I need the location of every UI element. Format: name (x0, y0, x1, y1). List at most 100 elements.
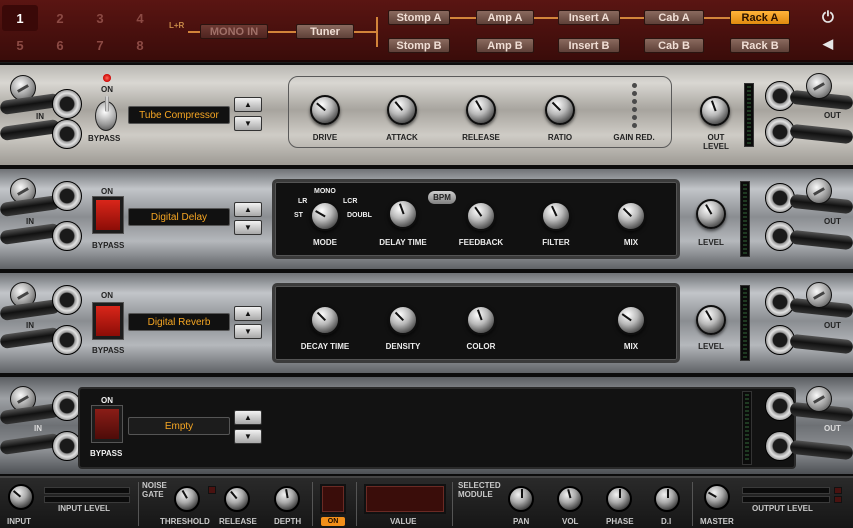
mono-in-button[interactable]: MONO IN (200, 24, 268, 39)
preset-7[interactable]: 7 (82, 32, 118, 58)
in-label: IN (26, 217, 34, 226)
level-meter (742, 391, 752, 465)
insert-b-button[interactable]: Insert B (558, 38, 620, 53)
master-knob[interactable] (704, 484, 730, 510)
di-knob[interactable] (654, 486, 680, 512)
input-level-meter (44, 487, 130, 494)
ratio-knob[interactable] (545, 95, 575, 125)
preset-down-button[interactable]: ▼ (234, 116, 262, 131)
input-level-meter (44, 496, 130, 503)
stomp-a-button[interactable]: Stomp A (388, 10, 450, 25)
level-knob[interactable] (696, 305, 726, 335)
pan-knob[interactable] (508, 486, 534, 512)
bpm-button[interactable]: BPM (428, 191, 456, 204)
clip-led (834, 487, 842, 494)
ratio-label: RATIO (547, 133, 573, 142)
drive-knob[interactable] (310, 95, 340, 125)
cab-b-button[interactable]: Cab B (644, 38, 704, 53)
preset-up-button[interactable]: ▲ (234, 97, 262, 112)
phase-knob[interactable] (606, 486, 632, 512)
preset-up-button[interactable]: ▲ (234, 306, 262, 321)
preset-8[interactable]: 8 (122, 32, 158, 58)
decay-time-knob[interactable] (310, 305, 340, 335)
module-name[interactable]: Tube Compressor (128, 106, 230, 124)
input-jack[interactable] (52, 325, 82, 355)
feedback-knob[interactable] (466, 201, 496, 231)
screw (806, 282, 832, 308)
preset-4[interactable]: 4 (122, 5, 158, 31)
color-label: COLOR (466, 342, 496, 351)
module-name[interactable]: Digital Delay (128, 208, 230, 226)
on-label: ON (101, 85, 113, 94)
input-jack[interactable] (52, 285, 82, 315)
speaker-icon[interactable]: ◀ (823, 36, 833, 52)
level-knob[interactable] (696, 199, 726, 229)
input-label: INPUT (7, 517, 31, 526)
preset-3[interactable]: 3 (82, 5, 118, 31)
bypass-button[interactable] (92, 406, 122, 442)
stomp-b-button[interactable]: Stomp B (388, 38, 450, 53)
bypass-label: BYPASS (92, 241, 125, 250)
preset-2[interactable]: 2 (42, 5, 78, 31)
release-knob[interactable] (224, 486, 250, 512)
divider (692, 482, 693, 526)
rack-b-button[interactable]: Rack B (730, 38, 790, 53)
in-label: IN (26, 321, 34, 330)
input-jack[interactable] (52, 89, 82, 119)
input-jack[interactable] (52, 221, 82, 251)
divider (138, 482, 139, 526)
module-name[interactable]: Digital Reverb (128, 313, 230, 331)
threshold-label: THRESHOLD (160, 517, 210, 526)
delay-time-knob[interactable] (388, 199, 418, 229)
insert-a-button[interactable]: Insert A (558, 10, 620, 25)
on-led (103, 74, 111, 82)
rack-slot-4: IN ON BYPASS Empty ▲ ▼ OUT (0, 375, 853, 476)
attack-knob[interactable] (387, 95, 417, 125)
depth-knob[interactable] (274, 486, 300, 512)
preset-down-button[interactable]: ▼ (234, 324, 262, 339)
preset-up-button[interactable]: ▲ (234, 410, 262, 425)
preset-6[interactable]: 6 (42, 32, 78, 58)
preset-1[interactable]: 1 (2, 5, 38, 31)
preset-down-button[interactable]: ▼ (234, 429, 262, 444)
input-jack[interactable] (52, 181, 82, 211)
preset-up-button[interactable]: ▲ (234, 202, 262, 217)
preset-5[interactable]: 5 (2, 32, 38, 58)
mode-doubl-label: DOUBL (347, 212, 372, 219)
output-cable (789, 333, 853, 355)
clip-led (834, 496, 842, 503)
threshold-knob[interactable] (174, 486, 200, 512)
mode-knob[interactable] (310, 201, 340, 231)
wire (268, 31, 296, 33)
selected-module-label: SELECTED MODULE (458, 481, 501, 499)
input-jack[interactable] (52, 119, 82, 149)
level-meter (740, 181, 750, 257)
amp-a-button[interactable]: Amp A (476, 10, 534, 25)
level-label: LEVEL (698, 342, 724, 351)
release-knob[interactable] (466, 95, 496, 125)
vol-knob[interactable] (557, 486, 583, 512)
gate-on-button[interactable]: ON (321, 517, 345, 526)
module-name[interactable]: Empty (128, 417, 230, 435)
rack-a-button[interactable]: Rack A (730, 10, 790, 25)
filter-knob[interactable] (541, 201, 571, 231)
tuner-button[interactable]: Tuner (296, 24, 354, 39)
mix-knob[interactable] (616, 305, 646, 335)
bypass-button[interactable] (93, 303, 123, 339)
delay-time-label: DELAY TIME (379, 238, 427, 247)
cab-a-button[interactable]: Cab A (644, 10, 704, 25)
mix-knob[interactable] (616, 201, 646, 231)
feedback-label: FEEDBACK (458, 238, 504, 247)
density-knob[interactable] (388, 305, 418, 335)
value-display (364, 484, 446, 514)
input-knob[interactable] (8, 484, 34, 510)
out-level-knob[interactable] (700, 96, 730, 126)
color-knob[interactable] (466, 305, 496, 335)
amp-b-button[interactable]: Amp B (476, 38, 534, 53)
bypass-button[interactable] (93, 197, 123, 233)
preset-down-button[interactable]: ▼ (234, 220, 262, 235)
power-icon[interactable]: ⏻ (822, 9, 834, 26)
depth-label: DEPTH (274, 517, 302, 526)
rack-slot-1: IN ON BYPASS Tube Compressor ▲ ▼ DRIVE A… (0, 63, 853, 167)
bypass-toggle[interactable] (95, 96, 117, 131)
